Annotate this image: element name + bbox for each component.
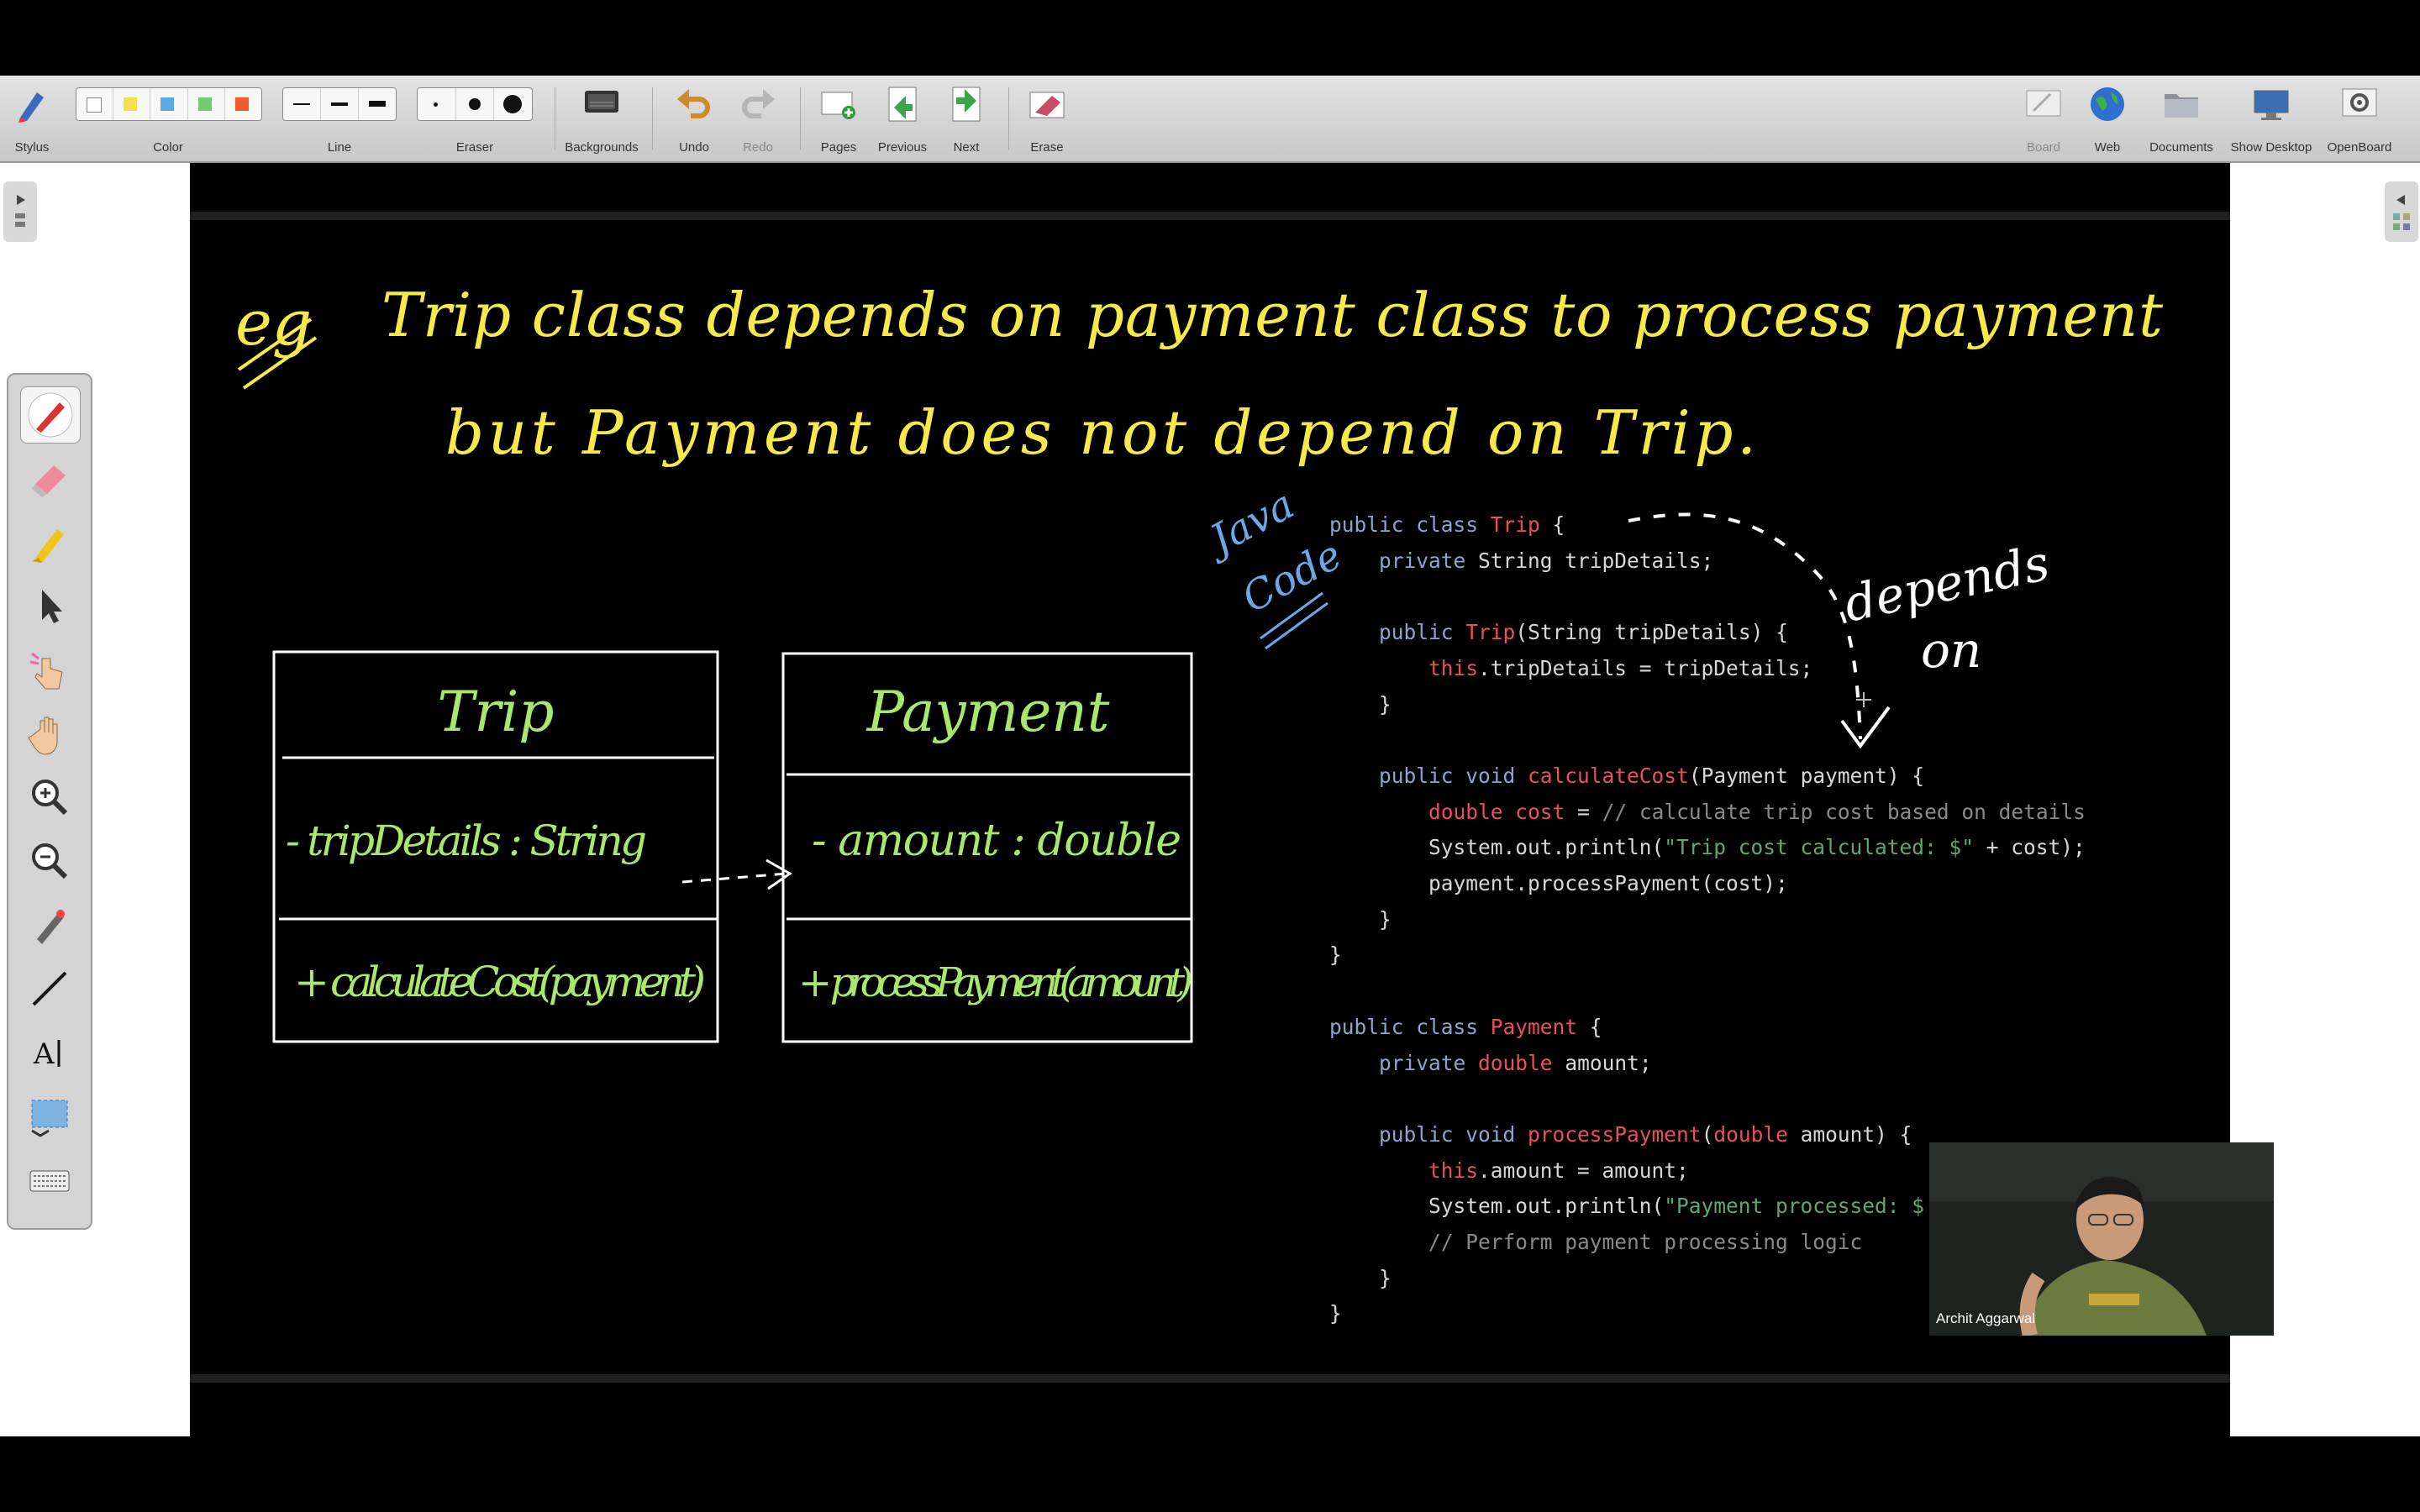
zoom-out-tool[interactable]: [20, 833, 79, 889]
hand-tool[interactable]: [20, 706, 79, 761]
uml-dependency-arrow: [681, 872, 787, 884]
pen-tool[interactable]: [20, 386, 81, 444]
uml-trip-name: Trip: [438, 680, 555, 744]
uml-trip-method: + calculateCost(payment): [294, 958, 706, 1006]
capture-tool[interactable]: [20, 1089, 79, 1144]
keyboard-tool[interactable]: [20, 1152, 79, 1208]
zoom-out-icon: [32, 843, 68, 879]
highlighter-tool[interactable]: [20, 514, 79, 570]
hand-pointer-icon: [29, 652, 63, 690]
capture-icon: [31, 1100, 68, 1137]
pointer-arrow-icon: [42, 590, 62, 623]
keyboard-icon: [29, 1170, 70, 1192]
presenter-video-image: [1929, 1142, 2274, 1336]
selector-tool[interactable]: [20, 578, 79, 633]
line-icon: [32, 971, 67, 1006]
uml-payment-name: Payment: [866, 680, 1110, 744]
line-tool[interactable]: [20, 961, 79, 1016]
interact-tool[interactable]: [20, 642, 79, 697]
uml-payment-method: + processPayment(amount): [798, 959, 1193, 1006]
uml-trip-attribute: - tripDetails : String: [286, 816, 647, 865]
hw-line1: Trip class depends on payment class to p…: [381, 280, 2164, 350]
text-tool[interactable]: A: [20, 1025, 79, 1080]
svg-text:A: A: [33, 1037, 55, 1071]
tool-palette: A: [7, 373, 92, 1230]
pen-icon: [28, 392, 73, 438]
eraser-tool[interactable]: [20, 450, 79, 506]
participant-name: Archit Aggarwal: [1936, 1310, 2036, 1326]
hand-icon: [28, 717, 58, 755]
hw-line2: but Payment does not depend on Trip.: [445, 397, 1756, 468]
laser-pointer-tool[interactable]: [20, 897, 79, 953]
zoom-in-tool[interactable]: [20, 769, 79, 825]
laser-pointer-icon: [37, 910, 65, 944]
text-icon: A: [33, 1037, 60, 1071]
uml-payment-attribute: - amount : double: [812, 816, 1181, 866]
webcam-video: Archit Aggarwal: [1929, 1142, 2274, 1336]
zoom-in-icon: [32, 780, 68, 816]
eraser-icon: [32, 465, 66, 497]
highlighter-icon: [32, 529, 64, 563]
